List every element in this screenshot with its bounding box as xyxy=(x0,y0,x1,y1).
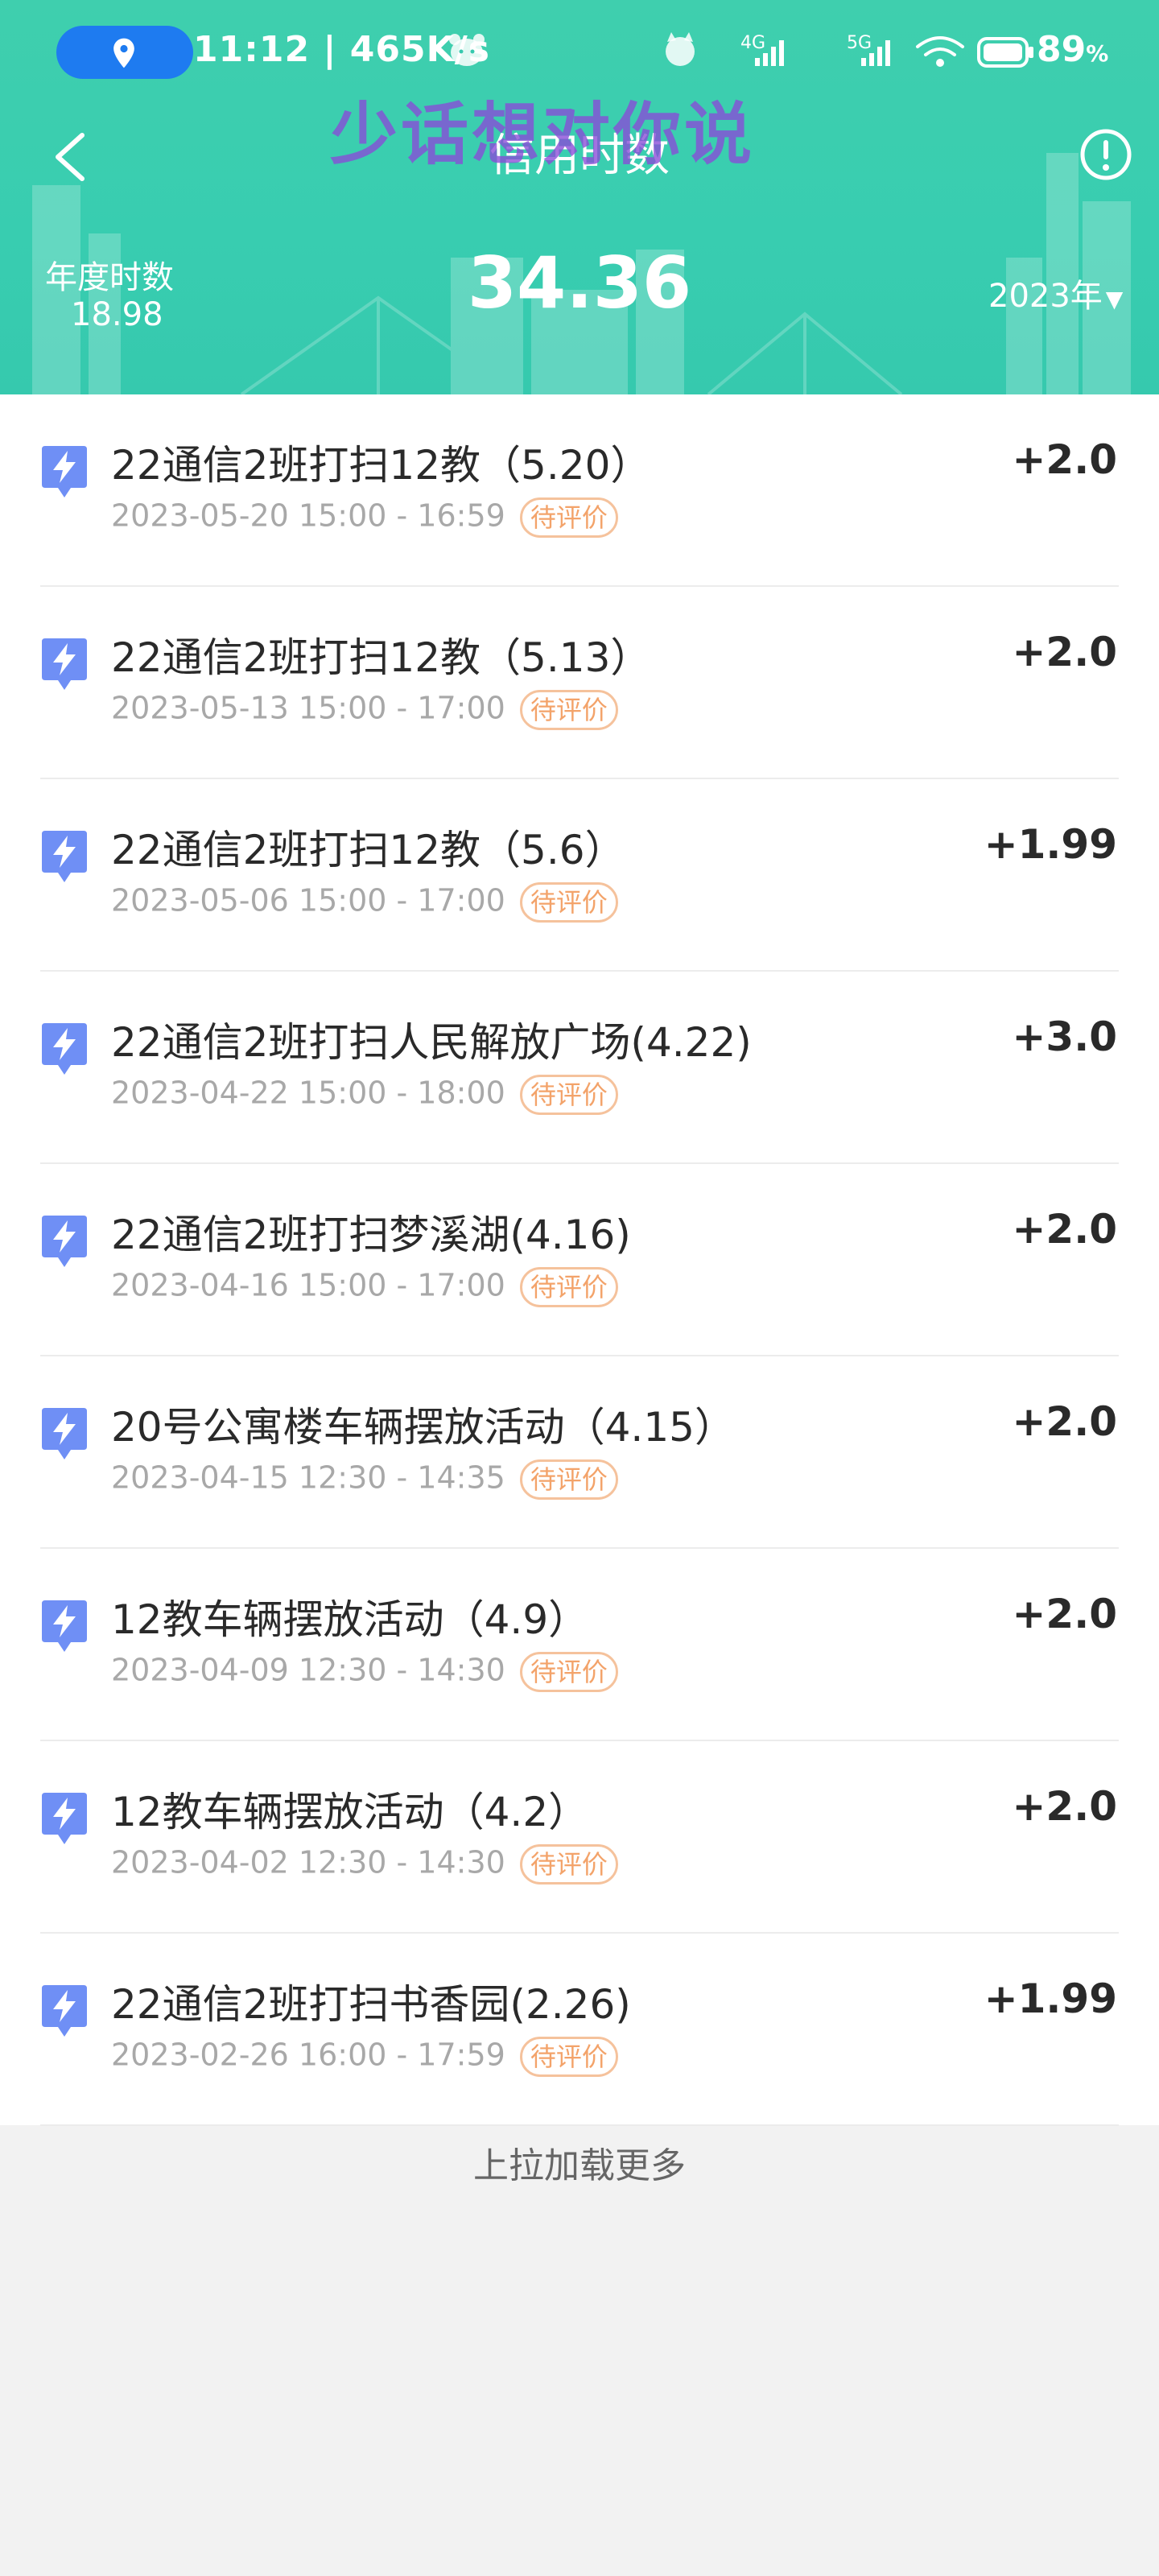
load-more-hint: 上拉加载更多 xyxy=(473,2145,686,2186)
activity-points: +2.0 xyxy=(1012,1783,1117,1830)
activity-points: +2.0 xyxy=(1012,1591,1117,1637)
activity-points: +1.99 xyxy=(984,821,1117,868)
activity-row[interactable]: 22通信2班打扫人民解放广场(4.22) 2023-04-22 15:00 - 1… xyxy=(0,972,1159,1164)
activity-row[interactable]: 22通信2班打扫12教（5.13） 2023-05-13 15:00 - 17:0… xyxy=(0,587,1159,779)
activity-time: 2023-04-16 15:00 - 17:00 xyxy=(111,1267,505,1303)
status-time-speed: 11:12 | 465K/s xyxy=(193,29,490,70)
activity-time-range: 2023-04-02 12:30 - 14:30 待评价 xyxy=(111,1844,618,1885)
activity-title: 22通信2班打扫书香园(2.26) xyxy=(111,1981,631,2028)
location-pin-icon xyxy=(113,38,134,68)
activity-time: 2023-04-15 12:30 - 14:35 xyxy=(111,1459,505,1496)
activity-time: 2023-04-09 12:30 - 14:30 xyxy=(111,1652,505,1688)
network-label-1: 4G xyxy=(740,33,765,53)
activity-row[interactable]: 22通信2班打扫书香园(2.26) 2023-02-26 16:00 - 17:5… xyxy=(0,1934,1159,2126)
activity-time: 2023-05-20 15:00 - 16:59 xyxy=(111,497,505,534)
activity-time: 2023-04-22 15:00 - 18:00 xyxy=(111,1075,505,1111)
activity-row[interactable]: 22通信2班打扫12教（5.6） 2023-05-06 15:00 - 17:00… xyxy=(0,779,1159,972)
activity-time-range: 2023-04-09 12:30 - 14:30 待评价 xyxy=(111,1652,618,1692)
network-label-2: 5G xyxy=(847,33,872,53)
wifi-icon xyxy=(916,36,964,67)
activity-row[interactable]: 12教车辆摆放活动（4.9） 2023-04-09 12:30 - 14:30 待评… xyxy=(0,1549,1159,1741)
bear-app-icon xyxy=(449,34,485,66)
activity-points: +1.99 xyxy=(984,1975,1117,2022)
lightning-badge-icon xyxy=(42,446,87,497)
activity-title: 22通信2班打扫12教（5.20） xyxy=(111,442,651,489)
status-badge: 待评价 xyxy=(519,882,618,923)
lightning-badge-icon xyxy=(42,1793,87,1844)
status-badge: 待评价 xyxy=(519,2037,618,2077)
activity-time-range: 2023-04-16 15:00 - 17:00 待评价 xyxy=(111,1267,618,1307)
status-badge: 待评价 xyxy=(519,1844,618,1885)
activity-time-range: 2023-04-22 15:00 - 18:00 待评价 xyxy=(111,1075,618,1115)
activity-time-range: 2023-05-20 15:00 - 16:59 待评价 xyxy=(111,497,618,538)
location-pill[interactable] xyxy=(56,26,193,79)
activity-title: 22通信2班打扫12教（5.13） xyxy=(111,634,651,681)
activity-points: +2.0 xyxy=(1012,436,1117,483)
info-icon xyxy=(1080,129,1132,180)
year-value: 2023年 xyxy=(988,278,1103,315)
activity-time: 2023-05-06 15:00 - 17:00 xyxy=(111,882,505,919)
caret-down-icon: ▼ xyxy=(1105,286,1124,312)
activity-title: 20号公寓楼车辆摆放活动（4.15） xyxy=(111,1404,735,1451)
activity-time-range: 2023-02-26 16:00 - 17:59 待评价 xyxy=(111,2037,618,2077)
activity-title: 12教车辆摆放活动（4.9） xyxy=(111,1596,589,1643)
lightning-badge-icon xyxy=(42,1408,87,1459)
activity-time: 2023-04-02 12:30 - 14:30 xyxy=(111,1844,505,1880)
lightning-badge-icon xyxy=(42,1600,87,1652)
activity-points: +3.0 xyxy=(1012,1013,1117,1060)
status-badge: 待评价 xyxy=(519,1075,618,1115)
info-button[interactable] xyxy=(1079,127,1133,182)
overlay-message: 少话想对你说 xyxy=(330,95,756,174)
activity-row[interactable]: 20号公寓楼车辆摆放活动（4.15） 2023-04-15 12:30 - 14:… xyxy=(0,1356,1159,1549)
header-banner: 11:12 | 465K/s 4G 5G 89% 信用时数 少话想对你说 年度时… xyxy=(0,0,1159,394)
total-hours: 34.36 xyxy=(467,242,692,324)
lightning-badge-icon xyxy=(42,1216,87,1267)
lightning-badge-icon xyxy=(42,1985,87,2037)
activity-points: +2.0 xyxy=(1012,1206,1117,1253)
lightning-badge-icon xyxy=(42,1023,87,1075)
status-badge: 待评价 xyxy=(519,497,618,538)
cat-notification-icon xyxy=(666,32,695,66)
activity-points: +2.0 xyxy=(1012,1398,1117,1445)
activity-row[interactable]: 22通信2班打扫梦溪湖(4.16) 2023-04-16 15:00 - 17:0… xyxy=(0,1164,1159,1356)
year-selector[interactable]: 2023年 ▼ xyxy=(988,270,1123,316)
activity-time-range: 2023-05-06 15:00 - 17:00 待评价 xyxy=(111,882,618,923)
status-badge: 待评价 xyxy=(519,690,618,730)
activity-title: 22通信2班打扫梦溪湖(4.16) xyxy=(111,1212,631,1258)
activity-time-range: 2023-05-13 15:00 - 17:00 待评价 xyxy=(111,690,618,730)
activity-title: 12教车辆摆放活动（4.2） xyxy=(111,1789,589,1835)
row-divider xyxy=(40,2124,1119,2126)
activity-title: 22通信2班打扫人民解放广场(4.22) xyxy=(111,1019,752,1066)
activity-title: 22通信2班打扫12教（5.6） xyxy=(111,827,625,873)
status-badge: 待评价 xyxy=(519,1459,618,1500)
activity-list: 22通信2班打扫12教（5.20） 2023-05-20 15:00 - 16:5… xyxy=(0,394,1159,2126)
activity-time: 2023-05-13 15:00 - 17:00 xyxy=(111,690,505,726)
activity-time: 2023-02-26 16:00 - 17:59 xyxy=(111,2037,505,2073)
battery-icon xyxy=(977,37,1033,68)
status-icons: 4G 5G xyxy=(666,32,1033,68)
lightning-badge-icon xyxy=(42,638,87,690)
lightning-badge-icon xyxy=(42,831,87,882)
battery-percentage: 89% xyxy=(1037,29,1109,70)
activity-row[interactable]: 12教车辆摆放活动（4.2） 2023-04-02 12:30 - 14:30 待评… xyxy=(0,1741,1159,1934)
activity-points: +2.0 xyxy=(1012,629,1117,675)
status-badge: 待评价 xyxy=(519,1652,618,1692)
activity-time-range: 2023-04-15 12:30 - 14:35 待评价 xyxy=(111,1459,618,1500)
activity-row[interactable]: 22通信2班打扫12教（5.20） 2023-05-20 15:00 - 16:5… xyxy=(0,394,1159,587)
status-badge: 待评价 xyxy=(519,1267,618,1307)
